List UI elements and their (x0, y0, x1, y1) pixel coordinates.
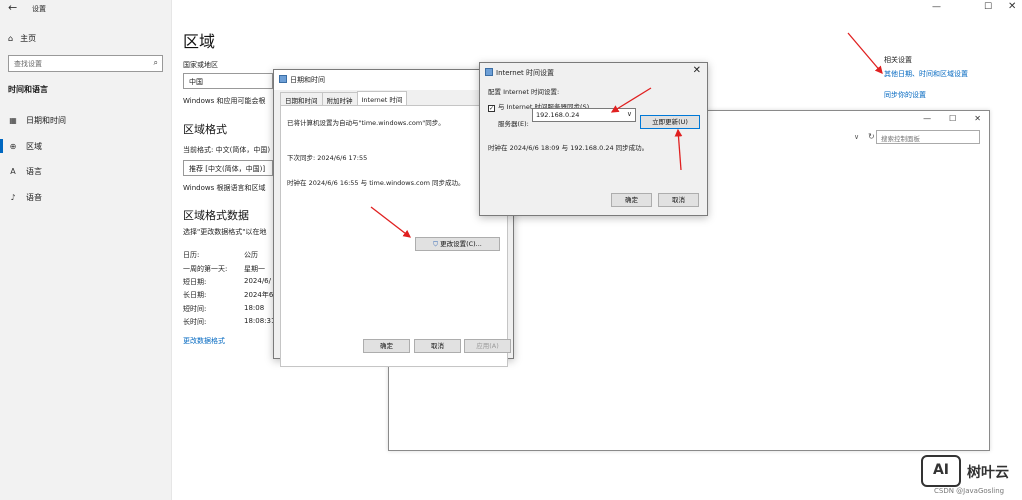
annotation-arrows (370, 32, 883, 238)
red-arrow (847, 32, 883, 74)
red-arrow (610, 87, 652, 113)
red-arrow (674, 128, 683, 171)
red-arrow (370, 206, 412, 238)
watermark-logo: AI (921, 455, 961, 487)
watermark-brand: 树叶云 (967, 465, 1009, 481)
watermark-credit: CSDN @JavaGosling (934, 487, 1005, 495)
